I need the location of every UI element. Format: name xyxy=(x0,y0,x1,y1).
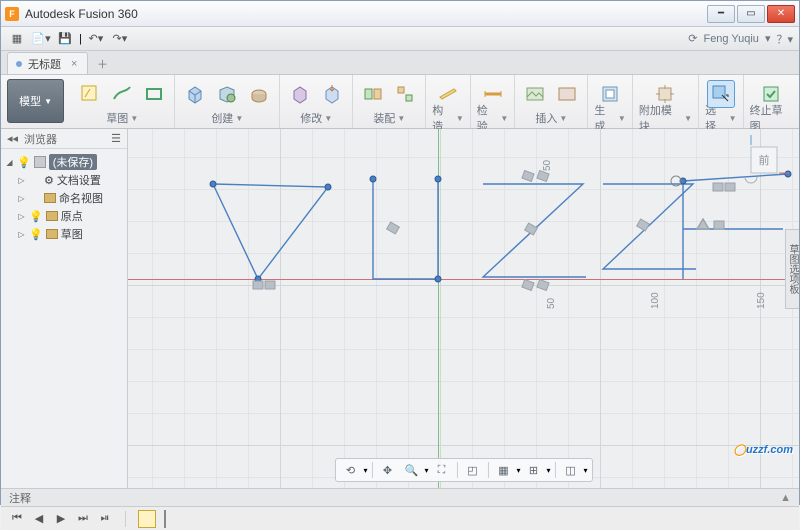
timeline-play-button[interactable]: ⏯ xyxy=(97,511,113,527)
insert-decal-button[interactable] xyxy=(521,80,549,108)
close-window-button[interactable]: ✕ xyxy=(767,5,795,23)
view-cube[interactable]: 前 xyxy=(739,135,789,185)
create-revolve-button[interactable] xyxy=(245,80,273,108)
browser-title: 浏览器 xyxy=(24,131,57,147)
nav-zoom-button[interactable]: 🔍 xyxy=(400,460,422,480)
ribbon-group-modify: 修改▼ xyxy=(280,75,353,128)
ribbon-group-addins: 附加模块▼ xyxy=(633,75,699,128)
ribbon-group-construct: 构造▼ xyxy=(426,75,471,128)
nav-viewports-button[interactable]: ◫ xyxy=(560,460,582,480)
timeline-end-button[interactable]: ⏭ xyxy=(75,511,91,527)
workspace-model-button[interactable]: 模型▼ xyxy=(7,79,64,123)
sketch-rect-button[interactable] xyxy=(140,80,168,108)
timeline-sketch-feature[interactable] xyxy=(138,510,156,528)
ribbon-group-inspect: 检验▼ xyxy=(471,75,516,128)
ribbon-group-stop-sketch: 终止草图 xyxy=(744,75,799,128)
quick-access-toolbar: ▦ 📄▾ 💾 | ↶▾ ↷▾ ⟳ Feng Yuqiu ▾ ？▾ xyxy=(1,27,799,51)
nav-lookat-button[interactable]: ◰ xyxy=(461,460,483,480)
sketch-palette-tab[interactable]: 草图选项板 xyxy=(785,229,799,309)
help-button[interactable]: ？▾ xyxy=(776,31,793,47)
nav-fit-button[interactable]: ⛶ xyxy=(430,460,452,480)
ribbon-group-sketch: 草图▼ xyxy=(70,75,175,128)
ribbon-group-create: 创建▼ xyxy=(175,75,280,128)
tree-item-views[interactable]: ▷ 命名视图 xyxy=(3,189,125,207)
inspect-measure-button[interactable] xyxy=(479,80,507,108)
save-button[interactable]: 💾 xyxy=(55,30,75,48)
redo-button[interactable]: ↷▾ xyxy=(110,30,130,48)
nav-orbit-button[interactable]: ⟲ xyxy=(339,460,361,480)
modify-fillet-button[interactable] xyxy=(286,80,314,108)
grid-major xyxy=(128,129,799,488)
app-title: Autodesk Fusion 360 xyxy=(25,7,705,21)
minimize-button[interactable]: ━ xyxy=(707,5,735,23)
addins-button[interactable] xyxy=(651,80,679,108)
new-tab-button[interactable]: ＋ xyxy=(92,54,112,74)
sketch-line-button[interactable] xyxy=(108,80,136,108)
comments-bar[interactable]: 注释 ▲ xyxy=(1,488,799,506)
nav-pan-button[interactable]: ✥ xyxy=(376,460,398,480)
stop-sketch-button[interactable] xyxy=(757,80,785,108)
nav-display-button[interactable]: ▦ xyxy=(492,460,514,480)
maximize-button[interactable]: ▭ xyxy=(737,5,765,23)
ruler-tick: 150 xyxy=(756,292,767,309)
browser-settings-icon[interactable]: ☰ xyxy=(111,132,121,145)
assemble-joint-button[interactable] xyxy=(359,80,387,108)
window-titlebar: F Autodesk Fusion 360 ━ ▭ ✕ xyxy=(1,1,799,27)
axis-y xyxy=(438,129,439,488)
ruler-tick: 50 xyxy=(542,160,553,171)
canvas-viewport[interactable]: 50 50 100 150 前 草图选项板 ⟲▾ ✥ 🔍▾ ⛶ ◰ ▦▾ ⊞▾ … xyxy=(128,129,799,488)
comments-label: 注释 xyxy=(9,490,31,506)
create-box-button[interactable] xyxy=(181,80,209,108)
ribbon-toolbar: 模型▼ 草图▼ 创建▼ 修改▼ 装配▼ 构造▼ xyxy=(1,75,799,129)
sketch-create-button[interactable] xyxy=(76,80,104,108)
tree-root[interactable]: ◢💡 (未保存) xyxy=(3,153,125,171)
file-menu-button[interactable]: 📄▾ xyxy=(31,30,51,48)
unsaved-dot-icon xyxy=(16,61,22,67)
tree-item-origin[interactable]: ▷💡 原点 xyxy=(3,207,125,225)
ruler-tick: 50 xyxy=(546,298,557,309)
ribbon-group-insert: 插入▼ xyxy=(515,75,588,128)
tab-close-button[interactable]: × xyxy=(71,58,77,70)
browser-collapse-button[interactable]: ◂◂ xyxy=(7,132,18,145)
tab-title: 无标题 xyxy=(28,56,61,72)
document-tab[interactable]: 无标题 × xyxy=(7,52,88,74)
create-extrude-button[interactable] xyxy=(213,80,241,108)
select-button[interactable] xyxy=(707,80,735,108)
make-3dprint-button[interactable] xyxy=(596,80,624,108)
tree-item-sketches[interactable]: ▷💡 草图 xyxy=(3,225,125,243)
ribbon-group-select: 选择▼ xyxy=(699,75,744,128)
nav-grid-button[interactable]: ⊞ xyxy=(523,460,545,480)
timeline: ⏮ ◀ ▶ ⏭ ⏯ xyxy=(1,506,799,530)
document-tabs: 无标题 × ＋ xyxy=(1,51,799,75)
jobs-icon[interactable]: ⟳ xyxy=(688,32,697,45)
timeline-back-button[interactable]: ◀ xyxy=(31,511,47,527)
timeline-start-button[interactable]: ⏮ xyxy=(9,511,25,527)
user-menu-chevron-icon[interactable]: ▾ xyxy=(765,32,771,45)
insert-svg-button[interactable] xyxy=(553,80,581,108)
modify-presspull-button[interactable] xyxy=(318,80,346,108)
svg-text:前: 前 xyxy=(759,153,770,167)
app-icon: F xyxy=(5,7,19,21)
undo-button[interactable]: ↶▾ xyxy=(86,30,106,48)
data-panel-button[interactable]: ▦ xyxy=(7,30,27,48)
timeline-marker[interactable] xyxy=(164,510,166,528)
tree-item-docset[interactable]: ▷⚙ 文档设置 xyxy=(3,171,125,189)
user-name[interactable]: Feng Yuqiu xyxy=(703,33,758,45)
navigation-bar: ⟲▾ ✥ 🔍▾ ⛶ ◰ ▦▾ ⊞▾ ◫▾ xyxy=(334,458,592,482)
browser-panel: ◂◂ 浏览器 ☰ ◢💡 (未保存) ▷⚙ 文档设置 ▷ 命名视图 ▷💡 原点 ▷… xyxy=(1,129,128,488)
ribbon-group-assemble: 装配▼ xyxy=(353,75,426,128)
timeline-fwd-button[interactable]: ▶ xyxy=(53,511,69,527)
construct-plane-button[interactable] xyxy=(434,80,462,108)
assemble-rigid-button[interactable] xyxy=(391,80,419,108)
ruler-tick: 100 xyxy=(650,292,661,309)
ribbon-group-make: 生成▼ xyxy=(588,75,633,128)
axis-x xyxy=(128,279,799,280)
